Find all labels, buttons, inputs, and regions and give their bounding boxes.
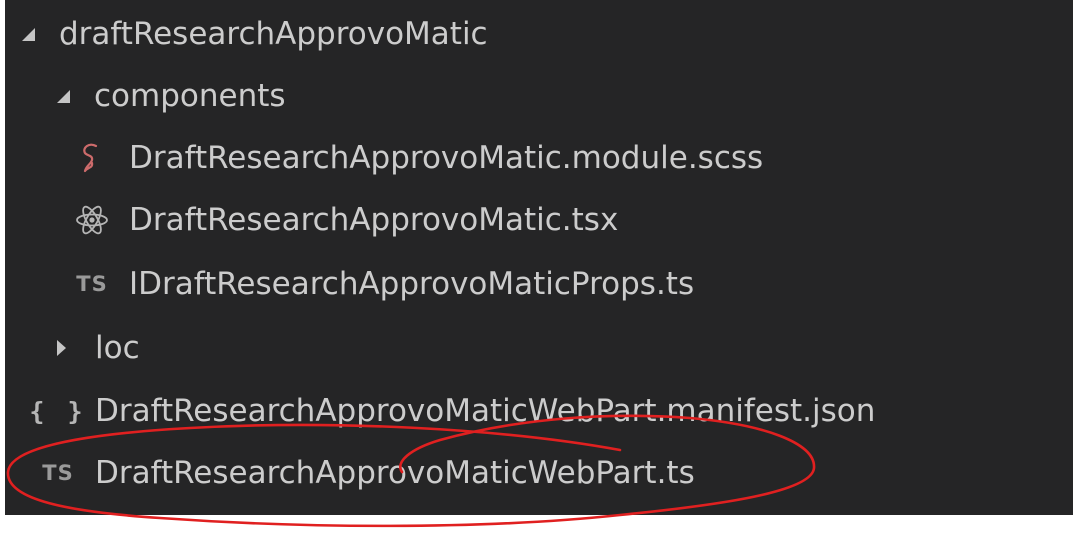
file-label: DraftResearchApprovoMatic.tsx — [129, 201, 619, 238]
sass-icon — [75, 141, 109, 175]
tree-item-props-file[interactable]: TS IDraftResearchApprovoMaticProps.ts — [5, 254, 1073, 314]
file-explorer: draftResearchApprovoMatic components Dra… — [5, 0, 1073, 515]
tree-item-scss-file[interactable]: DraftResearchApprovoMatic.module.scss — [5, 128, 1073, 188]
json-icon: { } — [29, 396, 87, 426]
folder-label: components — [94, 77, 286, 114]
chevron-collapsed-icon[interactable] — [57, 340, 66, 356]
folder-label: loc — [95, 329, 140, 366]
react-icon — [75, 203, 109, 237]
tree-item-tsx-file[interactable]: DraftResearchApprovoMatic.tsx — [5, 190, 1073, 250]
typescript-icon: TS — [42, 461, 74, 485]
file-label: IDraftResearchApprovoMaticProps.ts — [129, 265, 695, 302]
chevron-expanded-icon[interactable] — [57, 89, 70, 103]
tree-item-components-folder[interactable]: components — [5, 66, 1073, 126]
folder-label: draftResearchApprovoMatic — [59, 15, 488, 52]
file-label: DraftResearchApprovoMatic.module.scss — [129, 139, 764, 176]
typescript-icon: TS — [76, 272, 108, 296]
tree-item-root-folder[interactable]: draftResearchApprovoMatic — [5, 4, 1073, 64]
file-label: DraftResearchApprovoMaticWebPart.manifes… — [95, 392, 876, 429]
file-label: DraftResearchApprovoMaticWebPart.ts — [95, 454, 695, 491]
tree-item-webpart-file[interactable]: TS DraftResearchApprovoMaticWebPart.ts — [5, 443, 1073, 503]
tree-item-loc-folder[interactable]: loc — [5, 318, 1073, 378]
tree-item-manifest-file[interactable]: { } DraftResearchApprovoMaticWebPart.man… — [5, 381, 1073, 441]
chevron-expanded-icon[interactable] — [22, 27, 35, 41]
